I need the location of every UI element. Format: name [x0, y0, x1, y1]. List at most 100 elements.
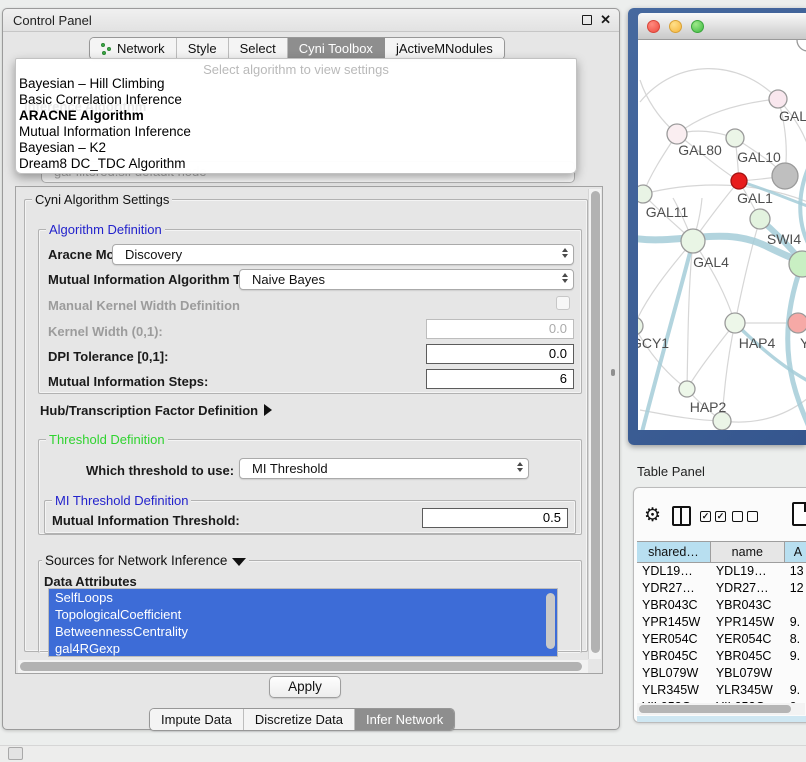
which-threshold-label: Which threshold to use: [86, 463, 234, 478]
settings-vertical-scrollbar[interactable] [588, 189, 601, 659]
cyni-settings-pane: Cyni Algorithm Settings Algorithm Defini… [15, 186, 603, 674]
control-panel-titlebar: Control Panel ✕ [3, 9, 619, 32]
network-node[interactable] [772, 163, 798, 189]
table-row[interactable]: YDL19…YDL19…13 [637, 563, 806, 580]
network-node-GCY1[interactable] [638, 317, 643, 335]
network-thick-edges [638, 158, 806, 430]
table-row[interactable]: YPR145WYPR145W9. [637, 614, 806, 631]
mi-threshold-label: Mutual Information Threshold: [52, 513, 240, 528]
network-canvas[interactable]: GALGAL80GAL10GAL1GAL11SWI4GAL4GCY1HAP4YH… [638, 40, 806, 430]
manual-kernel-label: Manual Kernel Width Definition [48, 298, 240, 313]
algorithm-option[interactable]: Bayesian – Hill Climbing [16, 76, 576, 92]
column-header-name[interactable]: name [711, 542, 785, 562]
tab-infer-network[interactable]: Infer Network [355, 709, 454, 730]
function-icon[interactable] [792, 502, 806, 526]
network-titlebar[interactable] [638, 13, 806, 40]
algorithm-definition-title: Algorithm Definition [46, 222, 165, 237]
attribute-item[interactable]: SelfLoops [49, 589, 557, 606]
attribute-item[interactable]: BetweennessCentrality [49, 623, 557, 640]
node-label: HAP4 [739, 335, 776, 351]
bottom-tab-bar: Impute DataDiscretize DataInfer Network [149, 708, 455, 731]
algorithm-option[interactable]: Mutual Information Inference [16, 124, 576, 140]
tab-style[interactable]: Style [177, 38, 229, 59]
attributes-scrollbar[interactable] [546, 593, 555, 649]
table-horizontal-scrollbar[interactable] [637, 703, 805, 715]
mi-type-combo[interactable]: Naive Bayes [239, 269, 574, 290]
node-label: Y [800, 335, 806, 351]
ghost-label: Inference Algorithm [24, 99, 146, 114]
manual-kernel-checkbox[interactable] [556, 296, 570, 310]
network-node[interactable] [797, 40, 806, 51]
close-traffic-light-icon[interactable] [647, 20, 660, 33]
tab-impute-data[interactable]: Impute Data [150, 709, 244, 730]
network-node-SWI4[interactable] [750, 209, 770, 229]
tab-jactivemnodules[interactable]: jActiveMNodules [385, 38, 504, 59]
network-node-HAP4[interactable] [725, 313, 745, 333]
gear-icon[interactable]: ⚙ [644, 506, 661, 525]
network-node-GAL11[interactable] [638, 185, 652, 203]
node-label: HAP2 [690, 399, 727, 415]
combo-stepper-icon [562, 248, 568, 258]
mi-threshold-field[interactable]: 0.5 [422, 508, 568, 528]
kernel-width-field[interactable]: 0.0 [426, 319, 574, 339]
tab-discretize-data[interactable]: Discretize Data [244, 709, 355, 730]
sources-toggle[interactable]: Sources for Network Inference [42, 553, 249, 568]
column-header-shared…[interactable]: shared… [637, 542, 711, 562]
settings-horizontal-scrollbar[interactable] [18, 660, 588, 673]
network-node-Y[interactable] [788, 313, 806, 333]
apply-button[interactable]: Apply [269, 676, 341, 698]
tab-select[interactable]: Select [229, 38, 288, 59]
column-header-A[interactable]: A [785, 542, 806, 562]
table-row[interactable]: YDR27…YDR27…12 [637, 580, 806, 597]
attribute-item[interactable]: gal4RGexp [49, 640, 557, 657]
dropdown-prompt: Select algorithm to view settings [16, 59, 576, 76]
mi-type-label: Mutual Information Algorithm Type: [48, 272, 267, 287]
collapse-panel-button[interactable] [8, 747, 23, 760]
table-row[interactable]: YBR043CYBR043C [637, 597, 806, 614]
table-panel: ⚙ ✓✓ shared…nameA YDL19…YDL19…13YDR27…YD… [633, 487, 806, 723]
float-window-icon[interactable] [582, 15, 592, 25]
columns-icon[interactable] [672, 506, 691, 526]
network-window: GALGAL80GAL10GAL1GAL11SWI4GAL4GCY1HAP4YH… [628, 8, 806, 445]
minimize-traffic-light-icon[interactable] [669, 20, 682, 33]
deselect-all-icon[interactable] [732, 511, 758, 522]
close-icon[interactable]: ✕ [600, 14, 611, 26]
table-row[interactable]: YBR045CYBR045C9. [637, 648, 806, 665]
network-node-GAL[interactable] [769, 90, 787, 108]
control-panel-window: Control Panel ✕ NetworkStyleSelectCyni T… [2, 8, 620, 730]
which-threshold-combo[interactable]: MI Threshold [239, 458, 529, 479]
mi-steps-field[interactable]: 6 [426, 369, 574, 389]
network-node-GAL10[interactable] [726, 129, 744, 147]
network-icon [101, 43, 113, 55]
node-label: GAL10 [737, 149, 781, 165]
data-attributes-list[interactable]: SelfLoopsTopologicalCoefficientBetweenne… [48, 588, 558, 657]
algorithm-dropdown[interactable]: Inference Algorithm Select algorithm to … [15, 58, 577, 174]
hub-section-toggle[interactable]: Hub/Transcription Factor Definition [40, 403, 272, 418]
network-node-GAL4[interactable] [681, 229, 705, 253]
algorithm-option[interactable]: Bayesian – K2 [16, 140, 576, 156]
tab-network[interactable]: Network [90, 38, 177, 59]
node-label: GAL1 [737, 190, 773, 206]
aracne-mode-combo[interactable]: Discovery [112, 244, 574, 265]
network-node-GAL1[interactable] [731, 173, 747, 189]
collapse-arrow-icon [232, 558, 246, 566]
tab-cyni-toolbox[interactable]: Cyni Toolbox [288, 38, 385, 59]
zoom-traffic-light-icon[interactable] [691, 20, 704, 33]
table-panel-title: Table Panel [637, 464, 705, 479]
network-node-HAP2[interactable] [679, 381, 695, 397]
dpi-tolerance-field[interactable]: 0.0 [426, 344, 574, 364]
table-row[interactable]: YLR345WYLR345W9. [637, 682, 806, 699]
combo-stepper-icon [517, 462, 523, 472]
panel-splitter-handle[interactable] [611, 369, 615, 376]
network-node-GAL80[interactable] [667, 124, 687, 144]
node-label: GAL [779, 108, 806, 124]
combo-stepper-icon [562, 273, 568, 283]
table-row[interactable]: YBL079WYBL079W [637, 665, 806, 682]
node-label: GAL11 [646, 204, 689, 220]
select-all-icon[interactable]: ✓✓ [700, 511, 726, 522]
node-label: GAL4 [693, 254, 729, 270]
table-row[interactable]: YER054CYER054C8. [637, 631, 806, 648]
data-attributes-label: Data Attributes [44, 574, 137, 589]
algorithm-option[interactable]: Dream8 DC_TDC Algorithm [16, 156, 576, 172]
attribute-item[interactable]: TopologicalCoefficient [49, 606, 557, 623]
